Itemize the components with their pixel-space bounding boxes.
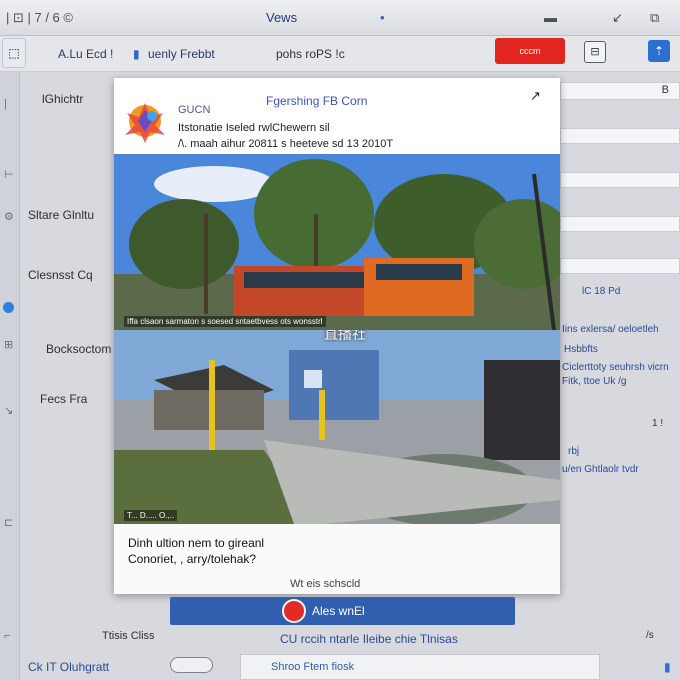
left-sidebar [0,72,20,680]
app-icon: ▮ [133,47,140,61]
app-toolbar: ⬚ A.Lu Ecd ! ▮ uenly Frebbt pohs roPS !c [0,36,680,72]
live-action-button[interactable]: Ales wnEl [170,597,515,625]
sidebar-glyph-1[interactable]: | [4,98,7,110]
sidebar-label-4[interactable]: Bocksoctom [46,342,111,356]
right-row-8: u/en Ghtlaolr tvdr [562,464,639,475]
share-icon[interactable]: ⇡ [648,40,670,62]
right-field-2[interactable] [560,128,680,144]
clock-icon: ↙ [612,10,623,25]
status-dot-icon [3,302,14,313]
record-button[interactable]: cccm [495,38,565,64]
record-icon [282,599,306,623]
bold-icon[interactable]: B [662,84,669,96]
dot-icon: • [380,10,385,25]
right-row-5: Fitk, ttoe Uk /g [562,376,627,387]
popup-body-line-2: Conoriet, , arry/tolehak? [128,552,257,566]
bottom-links[interactable]: CU rccih ntarle Ileibe chie Tlnisas [280,632,458,646]
sidebar-glyph-2[interactable]: ⊢ [4,168,14,181]
app-logo-icon [125,103,165,143]
sidebar-label-1[interactable]: lGhichtr [42,92,83,106]
os-title: Vews [266,10,298,25]
photo-street-caption: T... D..... O.,.. [124,510,178,521]
right-field-4[interactable] [560,216,680,232]
right-field-3[interactable] [560,172,680,188]
settings-icon[interactable]: ⚙ [4,210,14,223]
right-row-3: Hsbbfts [564,344,598,355]
photo-trees-caption: Iffa clsaon sarmaton s soesed sntaetbves… [124,316,326,327]
popup-header: GUCN Fgershing FB Corn ↗ Itstonatie Isel… [114,78,560,154]
sidebar-bottom-label-1[interactable]: Ttisis Cliss [102,630,155,642]
photo-street-image [114,330,560,524]
toolbar-mid-text: pohs roPS !c [276,47,345,61]
sidebar-label-3[interactable]: Clesnsst Cq [28,268,93,282]
photo-street[interactable]: 直播社 T... D..... O.,.. [114,330,560,524]
right-row-2: Iins exlersa/ oeloetleh [562,324,659,335]
tab-left[interactable]: A.Lu Ecd ! [58,47,113,61]
popup-card: GUCN Fgershing FB Corn ↗ Itstonatie Isel… [114,78,560,594]
photo-trees[interactable]: Iffa clsaon sarmaton s soesed sntaetbves… [114,154,560,330]
monitor-icon[interactable]: ▬ [544,10,557,25]
os-window-controls[interactable]: | ⊡ | 7 / 6 © [6,10,73,26]
right-field-5[interactable] [560,258,680,274]
photo-overlay-cn: 直播社 [324,330,366,342]
tab-app[interactable]: uenly Frebbt [148,47,215,61]
sidebar-glyph-4[interactable]: ↘ [4,404,13,417]
bottom-bar-label: Shroo Ftem fiosk [271,661,355,673]
popup-header-small: GUCN [178,104,211,116]
sidebar-label-2[interactable]: Sltare Glnltu [28,208,94,222]
right-field-1[interactable]: B [560,82,680,100]
popup-footer[interactable]: Wt eis schscld [290,578,360,590]
right-row-1: lC 18 Pd [582,286,621,297]
right-row-4: Ciclerttoty seuhrsh vicrn [562,362,669,373]
toolbar-square-button[interactable]: ⊟ [584,41,606,63]
right-row-9: /s [646,630,654,641]
photo-trees-image [114,154,560,330]
back-icon[interactable]: ⬚ [2,38,26,68]
sidebar-glyph-3[interactable]: ⊞ [4,338,13,351]
sidebar-bottom-label-2[interactable]: Ck IT Oluhgratt [28,660,109,674]
sidebar-label-5[interactable]: Fecs Fra [40,392,87,406]
popup-body-line-1: Dinh ultion nem to gireanl [128,536,265,550]
popup-line-1: Itstonatie Iseled rwlChewern sil [178,122,330,134]
close-icon[interactable]: ↗ [530,88,541,104]
right-row-7: rbj [568,446,580,457]
bookmark-icon[interactable]: ▮ [664,660,671,674]
bottom-status-bar[interactable]: Shroo Ftem fiosk [240,654,600,680]
battery-icon: ⧉ [650,10,660,25]
sidebar-glyph-5[interactable]: ⊏ [4,516,13,529]
right-row-6: 1 ! [652,418,664,429]
sidebar-glyph-6[interactable]: ⌐ [4,630,10,642]
popup-line-2: /\. maah aihur 20811 s heeteve sd 13 201… [178,138,394,150]
toggle-switch[interactable] [170,657,213,673]
live-action-label: Ales wnEl [312,604,365,618]
os-top-bar: | ⊡ | 7 / 6 © Vews • ▬ ↙ ⧉ [0,0,680,36]
popup-title: Fgershing FB Corn [266,94,368,108]
